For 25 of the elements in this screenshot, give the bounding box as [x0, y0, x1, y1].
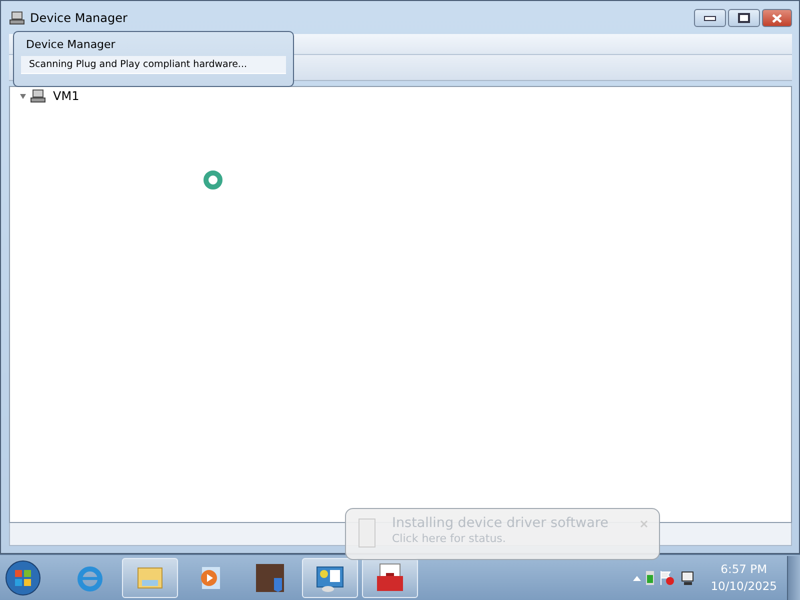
network-icon[interactable] — [678, 570, 695, 586]
device-icon — [356, 517, 378, 549]
status-message: Scanning Plug and Play compliant hardware... — [21, 56, 286, 74]
start-button[interactable] — [4, 558, 42, 597]
toolbox-icon — [374, 562, 406, 594]
notification-balloon[interactable]: Installing device driver software Click here for status. — [345, 508, 660, 560]
maximize-button[interactable] — [728, 9, 760, 27]
taskbar-button[interactable] — [362, 558, 418, 598]
balloon-link[interactable]: Click here for status. — [392, 532, 608, 545]
show-desktop-button[interactable] — [787, 556, 800, 600]
taskbar-button[interactable] — [302, 558, 358, 598]
photo-icon — [254, 562, 286, 594]
clock-date[interactable]: 10/10/2025 — [710, 579, 777, 594]
balloon-title: Installing device driver software — [392, 515, 608, 531]
busy-spinner-icon — [202, 169, 224, 191]
minimize-button[interactable] — [694, 9, 726, 27]
clock-time[interactable]: 6:57 PM — [710, 562, 777, 576]
dialog-title: Device Manager — [26, 38, 116, 51]
window-title: Device Manager — [30, 10, 128, 24]
computer-icon — [9, 10, 25, 24]
tree-item[interactable]: VM1 — [53, 89, 80, 103]
close-button[interactable] — [762, 9, 792, 27]
flag-icon[interactable] — [658, 570, 675, 586]
computer-icon — [30, 89, 46, 103]
close-icon — [772, 14, 782, 22]
